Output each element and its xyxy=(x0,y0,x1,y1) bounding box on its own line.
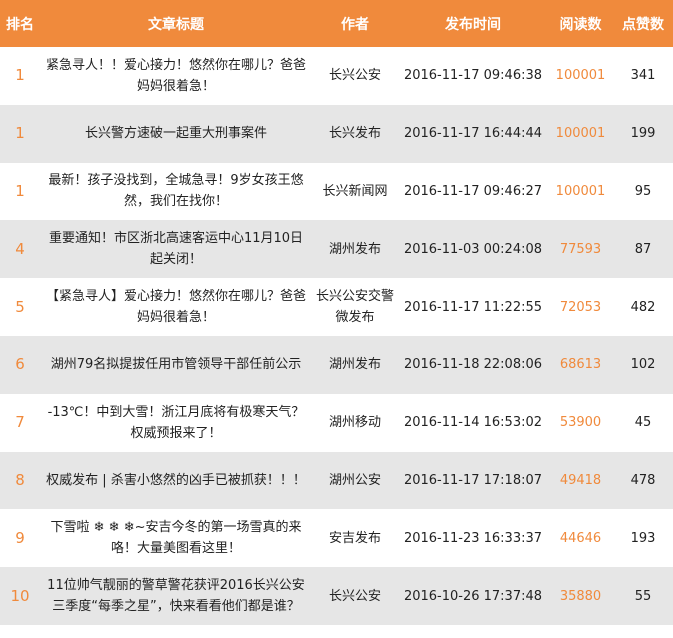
like-count-cell: 199 xyxy=(630,126,656,142)
read-count-cell: 100001 xyxy=(555,68,606,84)
author-cell: 长兴新闻网 xyxy=(322,183,388,199)
author-cell: 湖州公安 xyxy=(328,472,381,488)
read-count-cell: 68613 xyxy=(559,357,602,373)
like-count-cell: 482 xyxy=(630,299,656,315)
read-count-cell: 53900 xyxy=(559,415,602,431)
read-count-cell: 100001 xyxy=(555,126,606,142)
like-count-cell: 87 xyxy=(634,241,652,257)
header-rank: 排名 xyxy=(6,16,34,33)
publish-time-cell: 2016-11-17 09:46:38 xyxy=(403,68,543,84)
publish-time-cell: 2016-11-18 22:08:06 xyxy=(403,357,543,373)
read-count-cell: 77593 xyxy=(559,241,602,257)
table-row: 1 最新！孩子没找到，全城急寻！9岁女孩王悠然，我们在找你！ 长兴新闻网 2016-1… xyxy=(0,162,673,221)
publish-time-cell: 2016-11-03 00:24:08 xyxy=(403,241,543,257)
table-body: 1 紧急寻人！！爱心接力！悠然你在哪儿？爸爸妈妈很着急！ 长兴公安 2016-11-1… xyxy=(0,47,673,625)
rank-cell: 8 xyxy=(15,470,25,489)
read-count-cell: 100001 xyxy=(555,183,606,199)
author-cell: 湖州移动 xyxy=(328,415,381,431)
author-cell: 安吉发布 xyxy=(328,530,381,546)
read-count-cell: 44646 xyxy=(559,530,602,546)
author-cell: 湖州发布 xyxy=(328,241,381,257)
header-time: 发布时间 xyxy=(445,16,501,33)
publish-time-cell: 2016-11-17 11:22:55 xyxy=(403,299,543,315)
author-cell: 长兴发布 xyxy=(328,126,381,142)
table-row: 8 权威发布 | 杀害小悠然的凶手已被抓获！！！ 湖州公安 2016-11-17 17… xyxy=(0,451,673,510)
publish-time-cell: 2016-10-26 17:37:48 xyxy=(403,588,543,604)
publish-time-cell: 2016-11-17 16:44:44 xyxy=(403,126,543,142)
rank-cell: 6 xyxy=(15,355,25,374)
table-row: 10 11位帅气靓丽的警草警花获评2016长兴公安三季度“每季之星”，快来看看他们… xyxy=(0,567,673,625)
article-title-cell[interactable]: 湖州79名拟提拔任用市管领导干部任前公示 xyxy=(40,336,312,394)
table-row: 5 【紧急寻人】爱心接力！悠然你在哪儿？爸爸妈妈很着急！ 长兴公安交警微发布 2016… xyxy=(0,278,673,336)
table-row: 6 湖州79名拟提拔任用市管领导干部任前公示 湖州发布 2016-11-18 22:0… xyxy=(0,335,673,394)
article-title-cell[interactable]: 11位帅气靓丽的警草警花获评2016长兴公安三季度“每季之星”，快来看看他们都是… xyxy=(40,567,312,625)
article-title-cell[interactable]: 重要通知！市区浙北高速客运中心11月10日起关闭！ xyxy=(40,220,312,278)
article-title-cell[interactable]: 【紧急寻人】爱心接力！悠然你在哪儿？爸爸妈妈很着急！ xyxy=(40,278,312,336)
rank-cell: 5 xyxy=(15,297,25,316)
author-cell: 湖州发布 xyxy=(328,357,381,373)
article-ranking-table: 排名 文章标题 作者 发布时间 阅读数 点赞数 1 紧急寻人！！爱心接力！悠然你在… xyxy=(0,0,673,625)
publish-time-cell: 2016-11-14 16:53:02 xyxy=(403,415,543,431)
header-author: 作者 xyxy=(341,16,369,33)
header-title: 文章标题 xyxy=(148,16,204,33)
publish-time-cell: 2016-11-17 17:18:07 xyxy=(403,472,543,488)
rank-cell: 1 xyxy=(15,181,25,200)
like-count-cell: 55 xyxy=(634,588,652,604)
rank-cell: 1 xyxy=(15,124,25,143)
article-title-cell[interactable]: 长兴警方速破一起重大刑事案件 xyxy=(40,105,312,163)
like-count-cell: 193 xyxy=(630,530,656,546)
rank-cell: 7 xyxy=(15,413,25,432)
article-title-cell[interactable]: 下雪啦 ❄ ❄ ❄~安吉今冬的第一场雪真的来咯！大量美图看这里！ xyxy=(40,509,312,567)
article-title-cell[interactable]: 权威发布 | 杀害小悠然的凶手已被抓获！！！ xyxy=(40,452,312,510)
article-title-cell[interactable]: 紧急寻人！！爱心接力！悠然你在哪儿？爸爸妈妈很着急！ xyxy=(40,47,312,105)
header-reads: 阅读数 xyxy=(559,16,602,33)
article-title-cell[interactable]: 最新！孩子没找到，全城急寻！9岁女孩王悠然，我们在找你！ xyxy=(40,163,312,221)
table-header: 排名 文章标题 作者 发布时间 阅读数 点赞数 xyxy=(0,0,673,47)
publish-time-cell: 2016-11-17 09:46:27 xyxy=(403,183,543,199)
article-title-cell[interactable]: -13℃！中到大雪！浙江月底将有极寒天气？权威预报来了！ xyxy=(40,394,312,452)
rank-cell: 4 xyxy=(15,239,25,258)
table-row: 9 下雪啦 ❄ ❄ ❄~安吉今冬的第一场雪真的来咯！大量美图看这里！ 安吉发布 201… xyxy=(0,509,673,568)
header-likes: 点赞数 xyxy=(622,16,664,33)
header-row: 排名 文章标题 作者 发布时间 阅读数 点赞数 xyxy=(0,0,673,47)
publish-time-cell: 2016-11-23 16:33:37 xyxy=(403,530,543,546)
rank-cell: 10 xyxy=(10,586,30,605)
author-cell: 长兴公安 xyxy=(328,588,381,604)
read-count-cell: 72053 xyxy=(559,299,602,315)
read-count-cell: 49418 xyxy=(559,472,602,488)
author-cell: 长兴公安 xyxy=(328,68,381,84)
like-count-cell: 102 xyxy=(630,357,656,373)
like-count-cell: 95 xyxy=(634,183,652,199)
rank-cell: 9 xyxy=(15,528,25,547)
like-count-cell: 341 xyxy=(630,68,656,84)
table-row: 1 紧急寻人！！爱心接力！悠然你在哪儿？爸爸妈妈很着急！ 长兴公安 2016-11-1… xyxy=(0,47,673,105)
like-count-cell: 45 xyxy=(634,415,652,431)
like-count-cell: 478 xyxy=(630,472,656,488)
read-count-cell: 35880 xyxy=(559,588,602,604)
table-row: 4 重要通知！市区浙北高速客运中心11月10日起关闭！ 湖州发布 2016-11-03… xyxy=(0,220,673,279)
table-row: 1 长兴警方速破一起重大刑事案件 长兴发布 2016-11-17 16:44:44 10… xyxy=(0,104,673,163)
rank-cell: 1 xyxy=(15,66,25,85)
author-cell: 长兴公安交警微发布 xyxy=(315,289,394,326)
table-row: 7 -13℃！中到大雪！浙江月底将有极寒天气？权威预报来了！ 湖州移动 2016-11… xyxy=(0,393,673,452)
